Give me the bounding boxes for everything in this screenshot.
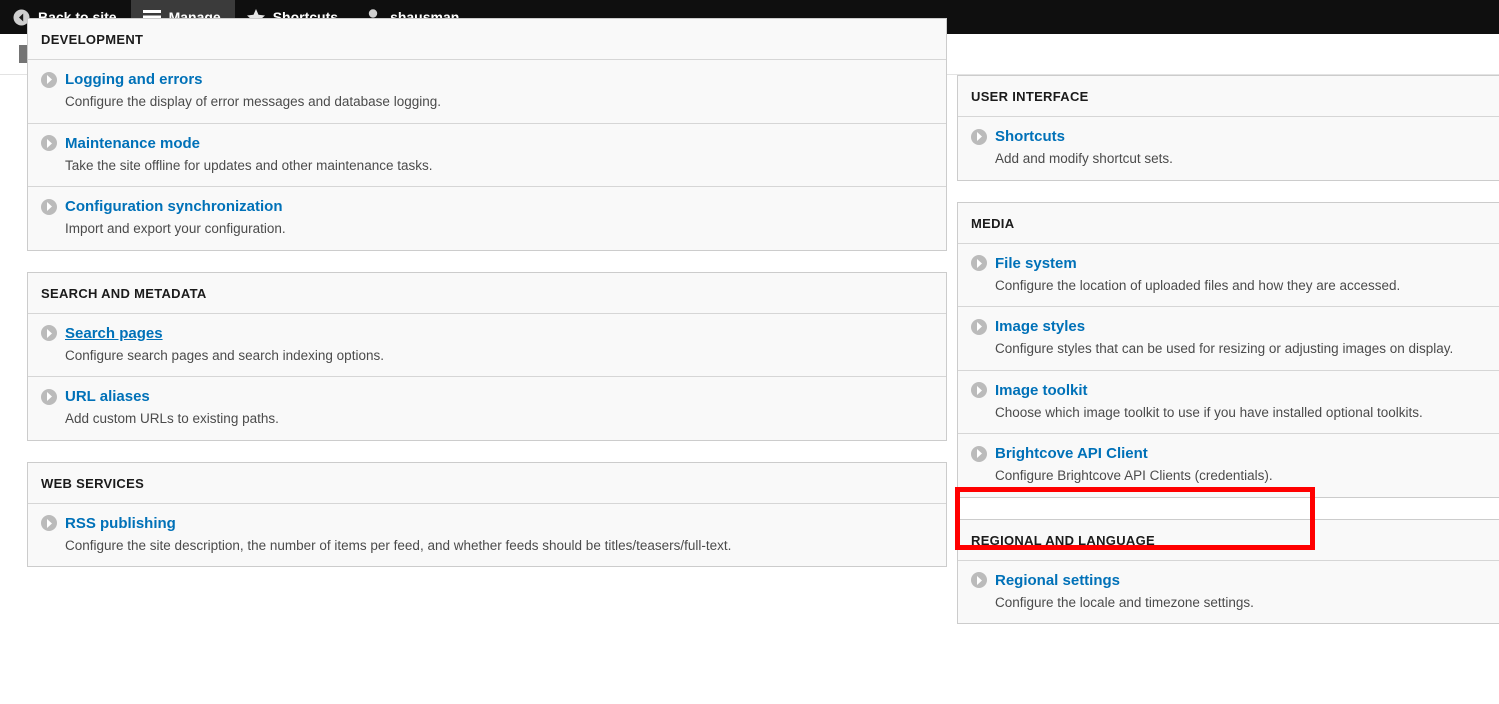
link-image-styles[interactable]: Image styles [995,318,1085,335]
description-file-system: Configure the location of uploaded files… [995,277,1499,295]
link-search-pages[interactable]: Search pages [65,325,163,342]
list-item[interactable]: File system Configure the location of up… [958,243,1499,307]
description-brightcove-api-client: Configure Brightcove API Clients (creden… [995,467,1499,485]
panel-title-web-services: WEB SERVICES [28,463,946,503]
panel-list-search-and-metadata: Search pages Configure search pages and … [28,313,946,440]
description-regional-settings: Configure the locale and timezone settin… [995,594,1499,612]
chevron-right-icon [971,319,987,335]
list-item[interactable]: Shortcuts Add and modify shortcut sets. [958,116,1499,180]
chevron-right-icon [971,129,987,145]
description-search-pages: Configure search pages and search indexi… [65,347,933,365]
chevron-right-icon [41,389,57,405]
list-item[interactable]: Image toolkit Choose which image toolkit… [958,370,1499,434]
link-rss-publishing[interactable]: RSS publishing [65,515,176,532]
description-logging-and-errors: Configure the display of error messages … [65,93,933,111]
chevron-right-icon [41,325,57,341]
link-image-toolkit[interactable]: Image toolkit [995,382,1088,399]
chevron-right-icon [971,255,987,271]
right-column: USER INTERFACE Shortcuts Add and modify … [957,75,1499,645]
panel-title-user-interface: USER INTERFACE [958,76,1499,116]
description-maintenance-mode: Take the site offline for updates and ot… [65,157,933,175]
panel-title-search-and-metadata: SEARCH AND METADATA [28,273,946,313]
panel-list-media: File system Configure the location of up… [958,243,1499,497]
panel-web-services: WEB SERVICES RSS publishing Configure th… [27,462,947,568]
chevron-right-icon [971,382,987,398]
configuration-page-content: DEVELOPMENT Logging and errors Configure… [0,75,1499,704]
left-column: DEVELOPMENT Logging and errors Configure… [27,75,947,588]
link-maintenance-mode[interactable]: Maintenance mode [65,135,200,152]
panel-media: MEDIA File system Configure the location… [957,202,1499,498]
chevron-right-icon [41,199,57,215]
description-shortcuts: Add and modify shortcut sets. [995,150,1499,168]
list-item[interactable]: Logging and errors Configure the display… [28,59,946,123]
description-configuration-synchronization: Import and export your configuration. [65,220,933,238]
panel-title-regional-and-language: REGIONAL AND LANGUAGE [958,520,1499,560]
link-logging-and-errors[interactable]: Logging and errors [65,71,203,88]
description-image-styles: Configure styles that can be used for re… [995,340,1499,358]
description-image-toolkit: Choose which image toolkit to use if you… [995,404,1499,422]
panel-list-development: Logging and errors Configure the display… [28,59,946,250]
chevron-right-icon [971,446,987,462]
list-item[interactable]: Regional settings Configure the locale a… [958,560,1499,624]
panel-user-interface: USER INTERFACE Shortcuts Add and modify … [957,75,1499,181]
list-item[interactable]: Configuration synchronization Import and… [28,186,946,250]
panel-list-user-interface: Shortcuts Add and modify shortcut sets. [958,116,1499,180]
chevron-right-icon [41,72,57,88]
link-brightcove-api-client[interactable]: Brightcove API Client [995,445,1148,462]
link-shortcuts[interactable]: Shortcuts [995,128,1065,145]
list-item[interactable]: Search pages Configure search pages and … [28,313,946,377]
link-file-system[interactable]: File system [995,255,1077,272]
panel-list-regional-and-language: Regional settings Configure the locale a… [958,560,1499,624]
list-item[interactable]: Brightcove API Client Configure Brightco… [958,433,1499,497]
list-item[interactable]: URL aliases Add custom URLs to existing … [28,376,946,440]
link-url-aliases[interactable]: URL aliases [65,388,150,405]
panel-title-development: DEVELOPMENT [28,19,946,59]
list-item[interactable]: RSS publishing Configure the site descri… [28,503,946,567]
chevron-right-icon [41,515,57,531]
link-regional-settings[interactable]: Regional settings [995,572,1120,589]
panel-development: DEVELOPMENT Logging and errors Configure… [27,18,947,251]
list-item[interactable]: Image styles Configure styles that can b… [958,306,1499,370]
panel-search-and-metadata: SEARCH AND METADATA Search pages Configu… [27,272,947,441]
chevron-right-icon [41,135,57,151]
panel-title-media: MEDIA [958,203,1499,243]
link-configuration-synchronization[interactable]: Configuration synchronization [65,198,283,215]
panel-list-web-services: RSS publishing Configure the site descri… [28,503,946,567]
description-rss-publishing: Configure the site description, the numb… [65,537,933,555]
chevron-right-icon [971,572,987,588]
description-url-aliases: Add custom URLs to existing paths. [65,410,933,428]
panel-regional-and-language: REGIONAL AND LANGUAGE Regional settings … [957,519,1499,625]
list-item[interactable]: Maintenance mode Take the site offline f… [28,123,946,187]
